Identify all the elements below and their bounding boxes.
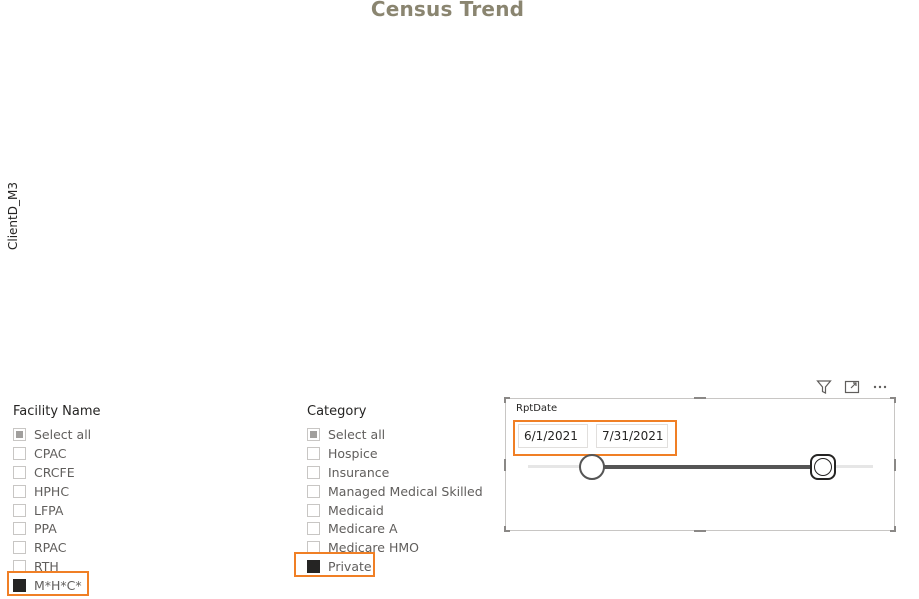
facility-checkbox[interactable] — [13, 465, 26, 479]
category-item-label: Private — [328, 559, 372, 575]
visual-header — [815, 378, 889, 396]
facility-checkbox[interactable] — [13, 484, 26, 498]
resize-handle-right[interactable] — [894, 459, 896, 471]
category-item[interactable]: Medicare HMO — [307, 538, 483, 557]
resize-handle-top-right[interactable] — [890, 397, 896, 403]
category-item[interactable]: Medicaid — [307, 501, 483, 520]
more-options-icon[interactable] — [871, 378, 889, 396]
facility-slicer-header: Facility Name — [13, 404, 101, 419]
facility-item[interactable]: M*H*C* — [13, 576, 101, 595]
start-date-input[interactable]: 6/1/2021 — [518, 424, 588, 448]
facility-item[interactable]: CPAC — [13, 444, 101, 463]
facility-item[interactable]: RPAC — [13, 538, 101, 557]
category-slicer-list: Select all Hospice Insurance Managed Medica… — [307, 425, 483, 576]
category-item-label: Medicare A — [328, 521, 398, 537]
facility-item-label: LFPA — [34, 502, 64, 518]
resize-handle-bottom-right[interactable] — [890, 526, 896, 532]
facility-checkbox[interactable] — [13, 579, 26, 593]
facility-item-label: HPHC — [34, 483, 70, 499]
category-slicer: Category Select all Hospice Insurance Manag… — [307, 403, 483, 576]
category-checkbox[interactable] — [307, 446, 320, 460]
resize-handle-bottom-left[interactable] — [504, 526, 510, 532]
facility-item-label: RTH — [34, 559, 59, 575]
facility-item-label: CRCFE — [34, 464, 75, 480]
category-checkbox[interactable] — [307, 427, 320, 441]
resize-handle-left[interactable] — [504, 459, 506, 471]
focus-mode-icon[interactable] — [843, 378, 861, 396]
category-item[interactable]: Managed Medical Skilled — [307, 482, 483, 501]
facility-item-label: RPAC — [34, 540, 67, 556]
facility-item[interactable]: HPHC — [13, 482, 101, 501]
facility-item-label: M*H*C* — [34, 578, 82, 594]
resize-handle-top-left[interactable] — [504, 397, 510, 403]
category-item-label: Select all — [328, 426, 386, 442]
resize-handle-top[interactable] — [694, 397, 706, 399]
category-item[interactable]: Private — [307, 557, 483, 576]
category-item-label: Medicaid — [328, 502, 384, 518]
facility-checkbox[interactable] — [13, 503, 26, 517]
date-slider-range-fill — [591, 465, 823, 469]
category-item-label: Insurance — [328, 464, 390, 480]
category-checkbox[interactable] — [307, 541, 320, 555]
facility-item[interactable]: CRCFE — [13, 463, 101, 482]
category-checkbox[interactable] — [307, 522, 320, 536]
facility-checkbox[interactable] — [13, 560, 26, 574]
facility-slicer-list: Select all CPAC CRCFE HPHC LFPA PPA RPAC RTH M*H… — [13, 425, 101, 595]
category-item-label: Managed Medical Skilled — [328, 483, 483, 499]
facility-item-label: Select all — [34, 426, 92, 442]
facility-item[interactable]: RTH — [13, 557, 101, 576]
date-range-slicer: RptDate 6/1/2021 7/31/2021 — [504, 397, 896, 532]
category-item[interactable]: Select all — [307, 425, 483, 444]
end-date-input[interactable]: 7/31/2021 — [596, 424, 668, 448]
facility-item[interactable]: PPA — [13, 519, 101, 538]
filter-icon[interactable] — [815, 378, 833, 396]
facility-item-label: CPAC — [34, 445, 67, 461]
resize-handle-bottom[interactable] — [694, 530, 706, 532]
category-checkbox[interactable] — [307, 484, 320, 498]
facility-checkbox[interactable] — [13, 427, 26, 441]
chart-title: Census Trend — [370, 0, 525, 21]
category-item-label: Medicare HMO — [328, 540, 419, 556]
category-checkbox[interactable] — [307, 465, 320, 479]
facility-checkbox[interactable] — [13, 446, 26, 460]
facility-item[interactable]: LFPA — [13, 501, 101, 520]
category-item[interactable]: Medicare A — [307, 519, 483, 538]
facility-item-label: PPA — [34, 521, 57, 537]
category-slicer-header: Category — [307, 404, 367, 419]
y-axis-label: ClientD_M3 — [6, 182, 20, 250]
category-checkbox[interactable] — [307, 503, 320, 517]
date-slider-start-handle[interactable] — [578, 454, 605, 480]
date-slicer-title: RptDate — [516, 403, 558, 414]
facility-item[interactable]: Select all — [13, 425, 101, 444]
category-item-label: Hospice — [328, 445, 378, 461]
category-item[interactable]: Insurance — [307, 463, 483, 482]
category-item[interactable]: Hospice — [307, 444, 483, 463]
facility-checkbox[interactable] — [13, 541, 26, 555]
category-checkbox[interactable] — [307, 560, 320, 574]
facility-checkbox[interactable] — [13, 522, 26, 536]
date-slider-end-handle[interactable] — [809, 454, 836, 480]
facility-name-slicer: Facility Name Select all CPAC CRCFE HPHC LFP… — [13, 403, 101, 595]
